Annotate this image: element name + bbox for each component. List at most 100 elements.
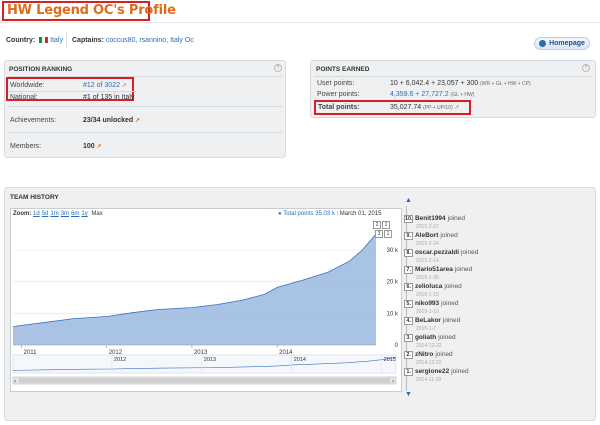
- join-date: 2014-12-22: [416, 360, 442, 366]
- member-join-list: ▲ ▼ 10. Benit1994 joined 2015-2-27 9. Ale…: [404, 197, 594, 398]
- worldwide-value[interactable]: #12 of 3022 ↗: [83, 82, 127, 89]
- series-area: [13, 234, 376, 345]
- join-rank: 4.: [404, 317, 413, 325]
- total-points-note: (PP + UP/10): [423, 105, 453, 111]
- zoom-1m[interactable]: 1m: [50, 211, 58, 217]
- team-history-title: TEAM HISTORY: [10, 194, 59, 201]
- zoom-1d[interactable]: 1d: [33, 211, 40, 217]
- total-points-label: Total points:: [318, 104, 360, 111]
- chart-svg: 010 k20 k30 k2011 2012 2013 20142012 2013 201…: [12, 233, 399, 385]
- members-label: Members:: [10, 143, 42, 150]
- join-member-name[interactable]: sergione22: [415, 368, 449, 375]
- external-link-icon[interactable]: ↗: [453, 105, 459, 111]
- chart-nav-button[interactable]: 2: [373, 221, 381, 229]
- power-points-label: Power points:: [317, 91, 360, 98]
- country-link[interactable]: Italy: [50, 37, 63, 44]
- join-item: 2. zNitro joined 2014-12-22: [404, 351, 453, 366]
- join-date: 2015-2-24: [416, 241, 439, 247]
- join-action: joined: [442, 317, 461, 324]
- total-points-value: 35,027.74 (PP + UP/10) ↗: [390, 104, 459, 111]
- captains-links[interactable]: coccus80, rsannino, Italy Oc: [106, 37, 194, 44]
- chart-nav-button[interactable]: 1: [382, 221, 390, 229]
- members-value: 100 ↗: [83, 143, 101, 150]
- external-link-icon[interactable]: ↗: [133, 118, 140, 124]
- user-points-label: User points:: [317, 80, 355, 87]
- position-ranking-panel: [4, 60, 286, 158]
- legend-series[interactable]: Total points 35.03 k: [283, 211, 335, 217]
- points-title: POINTS EARNED: [316, 66, 370, 73]
- user-points-sum: 10 + 6,042.4 + 23,057 + 300: [390, 80, 479, 87]
- join-item: 4. BeLakor joined 2015-1-7: [404, 317, 461, 332]
- join-member-name[interactable]: niko993: [415, 300, 439, 307]
- join-member-name[interactable]: oscar.pezzaldi: [415, 249, 459, 256]
- chart-nav-button[interactable]: 3: [375, 230, 383, 238]
- join-action: joined: [454, 266, 473, 273]
- history-chart[interactable]: 0 10 k 20 k 30 k 2011 2012 2013 2014 2012 2013 201…: [10, 208, 402, 392]
- join-action: joined: [460, 249, 479, 256]
- zoom-3m[interactable]: 3m: [61, 211, 69, 217]
- legend-date: March 01, 2015: [339, 211, 382, 217]
- join-member-name[interactable]: BeLakor: [415, 317, 441, 324]
- zoom-max[interactable]: Max: [91, 211, 102, 217]
- join-member-name[interactable]: zelioluca: [415, 283, 442, 290]
- achievements-value: 23/34 unlocked ↗: [83, 117, 140, 124]
- ranking-separator-3: [8, 132, 282, 133]
- zoom-1y[interactable]: 1y: [81, 211, 87, 217]
- external-link-icon[interactable]: ↗: [120, 83, 127, 89]
- join-date: 2014-12-22: [416, 343, 442, 349]
- power-points-value[interactable]: 4,359.6 + 27,727.2 (GL + HW): [390, 91, 474, 98]
- help-icon[interactable]: ?: [582, 64, 590, 72]
- join-rank: 6.: [404, 283, 413, 291]
- y-tick-label: 0: [395, 343, 399, 349]
- help-icon[interactable]: ?: [274, 64, 282, 72]
- national-value: #1 of 135 in Italy: [83, 94, 135, 101]
- join-member-name[interactable]: Mario51area: [415, 266, 453, 273]
- power-points-sum[interactable]: 4,359.6 + 27,727.2: [390, 91, 449, 98]
- zoom-5d[interactable]: 5d: [42, 211, 49, 217]
- captains-info: Captains: coccus80, rsannino, Italy Oc: [72, 37, 194, 44]
- join-member-name[interactable]: goliath: [415, 334, 436, 341]
- y-tick-label: 10 k: [387, 311, 399, 317]
- scroll-left-icon: ‹: [14, 378, 16, 385]
- join-action: joined: [444, 283, 462, 290]
- legend-marker-icon: ●: [278, 211, 282, 217]
- y-tick-label: 30 k: [387, 248, 399, 254]
- join-item: 8. oscar.pezzaldi joined 2015-2-14: [404, 249, 479, 264]
- navigator-tick-label: 2014: [294, 357, 306, 363]
- join-action: joined: [447, 215, 465, 222]
- join-date: 2015-1-15: [416, 292, 439, 298]
- members-count: 100: [83, 143, 95, 150]
- ranking-row-separator: [8, 91, 136, 92]
- join-member-name[interactable]: zNitro: [415, 351, 433, 358]
- chart-nav-button[interactable]: 1: [384, 230, 392, 238]
- join-date: 2014-11-29: [416, 377, 442, 383]
- join-item: 7. Mario51area joined 2015-1-28: [404, 266, 473, 281]
- join-item: 9. AleBort joined 2015-2-24: [404, 232, 458, 247]
- join-date: 2015-1-10: [416, 309, 439, 315]
- join-member-name[interactable]: Benit1994: [415, 215, 446, 222]
- join-member-name[interactable]: AleBort: [415, 232, 438, 239]
- join-item: 10. Benit1994 joined 2015-2-27: [404, 215, 465, 230]
- worldwide-rank[interactable]: #12 of 3022: [83, 82, 120, 89]
- join-action: joined: [438, 334, 456, 341]
- join-action: joined: [451, 368, 469, 375]
- header-divider: [0, 22, 600, 23]
- user-points-note: (WR + GL + HW + CP): [480, 81, 531, 87]
- page-title: HW Legend OC's Profile: [7, 3, 176, 18]
- info-divider: [66, 33, 67, 47]
- scroll-up-icon[interactable]: ▲: [405, 197, 412, 204]
- join-item: 6. zelioluca joined 2015-1-15: [404, 283, 462, 298]
- points-separator: [314, 76, 592, 77]
- join-rank: 7.: [404, 266, 413, 274]
- scroll-down-icon[interactable]: ▼: [405, 391, 412, 398]
- homepage-button[interactable]: Homepage: [534, 37, 590, 50]
- total-points-sum: 35,027.74: [390, 104, 422, 111]
- legend-divider: |: [336, 211, 339, 217]
- country-label: Country:: [6, 37, 36, 44]
- scroll-right-icon: ›: [392, 378, 394, 385]
- worldwide-label: Worldwide:: [10, 82, 45, 89]
- external-link-icon[interactable]: ↗: [95, 144, 101, 150]
- join-rank: 10.: [404, 215, 413, 223]
- join-rank: 1.: [404, 368, 413, 376]
- zoom-6m[interactable]: 6m: [71, 211, 79, 217]
